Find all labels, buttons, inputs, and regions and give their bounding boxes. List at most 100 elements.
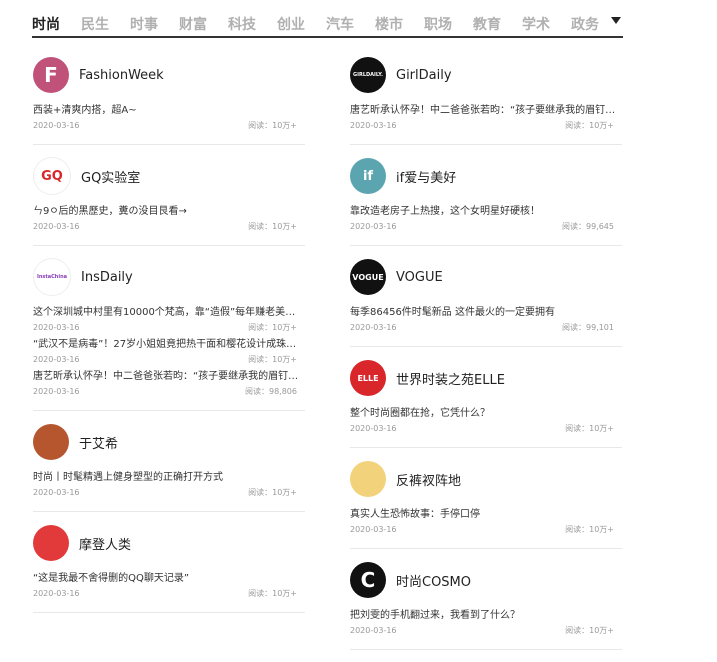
- article-item[interactable]: 整个时尚圈都在抢，它凭什么？ 2020-03-16 阅读：10万+: [350, 407, 622, 435]
- tab-wealth[interactable]: 财富: [179, 14, 207, 34]
- account-avatar[interactable]: InstaChina: [33, 258, 71, 296]
- account-card: ELLE 世界时装之苑ELLE 整个时尚圈都在抢，它凭什么？ 2020-03-16 阅读…: [350, 359, 622, 448]
- account-card: 反裤衩阵地真实人生恐怖故事：手停口停 2020-03-16 阅读：10万+: [350, 460, 622, 549]
- tab-auto[interactable]: 汽车: [326, 14, 354, 34]
- account-name[interactable]: FashionWeek: [79, 68, 164, 83]
- account-header: 于艾希: [33, 423, 305, 461]
- account-avatar[interactable]: ELLE: [350, 360, 386, 396]
- tab-livelihood[interactable]: 民生: [81, 14, 109, 34]
- article-item[interactable]: 每季86456件时髦新品 这件最火的一定要拥有 2020-03-16 阅读：99,1…: [350, 306, 622, 334]
- article-meta: 2020-03-16 阅读：10万+: [33, 120, 305, 132]
- article-meta: 2020-03-16 阅读：10万+: [350, 625, 622, 637]
- account-avatar[interactable]: [33, 525, 69, 561]
- article-read-count: 阅读：10万+: [565, 626, 614, 635]
- account-name[interactable]: 世界时装之苑ELLE: [396, 369, 505, 388]
- account-header: GIRLDAILY. GirlDaily: [350, 56, 622, 94]
- more-dropdown-icon[interactable]: [611, 17, 621, 24]
- tab-government[interactable]: 政务: [571, 14, 599, 34]
- account-header: 反裤衩阵地: [350, 460, 622, 498]
- account-header: C 时尚COSMO: [350, 561, 622, 599]
- article-meta: 2020-03-16 阅读：10万+: [33, 354, 305, 366]
- article-item[interactable]: 靠改造老房子上热搜，这个女明星好硬核！ 2020-03-16 阅读：99,645: [350, 205, 622, 233]
- account-avatar[interactable]: GIRLDAILY.: [350, 57, 386, 93]
- article-item[interactable]: 时尚丨时髦精遇上健身塑型的正确打开方式 2020-03-16 阅读：10万+: [33, 471, 305, 499]
- article-read-count: 阅读：10万+: [565, 121, 614, 130]
- right-account-column: GIRLDAILY. GirlDaily 唐艺昕承认怀孕！中二爸爸张若昀：“孩子要继…: [350, 50, 622, 662]
- article-meta: 2020-03-16 阅读：10万+: [33, 322, 305, 334]
- avatar-logo-text: GQ: [41, 168, 63, 184]
- article-date: 2020-03-16: [33, 222, 80, 231]
- article-item[interactable]: 这个深圳城中村里有10000个梵高，靠“造假”每年赚老美几十亿… 2020-03-…: [33, 306, 305, 334]
- tab-career[interactable]: 职场: [424, 14, 452, 34]
- article-title[interactable]: 靠改造老房子上热搜，这个女明星好硬核！: [350, 205, 622, 219]
- account-name[interactable]: VOGUE: [396, 270, 443, 285]
- tab-property[interactable]: 楼市: [375, 14, 403, 34]
- account-avatar[interactable]: [350, 461, 386, 497]
- article-date: 2020-03-16: [33, 323, 80, 332]
- avatar-logo-text: InstaChina: [36, 274, 68, 280]
- tab-startup[interactable]: 创业: [277, 14, 305, 34]
- article-title[interactable]: 时尚丨时髦精遇上健身塑型的正确打开方式: [33, 471, 305, 485]
- article-meta: 2020-03-16 阅读：10万+: [350, 423, 622, 435]
- account-header: 摩登人类: [33, 524, 305, 562]
- account-name[interactable]: 反裤衩阵地: [396, 470, 461, 489]
- article-date: 2020-03-16: [350, 525, 397, 534]
- tab-academic[interactable]: 学术: [522, 14, 550, 34]
- account-avatar[interactable]: if: [350, 158, 386, 194]
- account-avatar[interactable]: C: [350, 562, 386, 598]
- account-card: GQ GQ实验室 ㄣ9ㅇ后的黑歷史，糞の没目艮看→ 2020-03-16 阅读：10万+: [33, 157, 305, 246]
- article-title[interactable]: ㄣ9ㅇ后的黑歷史，糞の没目艮看→: [33, 205, 305, 219]
- article-date: 2020-03-16: [33, 355, 80, 364]
- article-item[interactable]: ㄣ9ㅇ后的黑歷史，糞の没目艮看→ 2020-03-16 阅读：10万+: [33, 205, 305, 233]
- article-item[interactable]: “这是我最不舍得删的QQ聊天记录” 2020-03-16 阅读：10万+: [33, 572, 305, 600]
- article-date: 2020-03-16: [350, 323, 397, 332]
- article-meta: 2020-03-16 阅读：10万+: [350, 120, 622, 132]
- article-date: 2020-03-16: [33, 121, 80, 130]
- tab-current-affairs[interactable]: 时事: [130, 14, 158, 34]
- tab-education[interactable]: 教育: [473, 14, 501, 34]
- account-card: F FashionWeek 西装+清爽内搭，超A~ 2020-03-16 阅读：10万+: [33, 56, 305, 145]
- account-name[interactable]: if爱与美好: [396, 167, 456, 186]
- article-item[interactable]: 唐艺昕承认怀孕！中二爸爸张若昀：“孩子要继承我的眉钉… 2020-03-16 阅读：…: [350, 104, 622, 132]
- article-title[interactable]: 这个深圳城中村里有10000个梵高，靠“造假”每年赚老美几十亿…: [33, 306, 305, 320]
- article-title[interactable]: “武汉不是病毒”！27岁小姐姐竟把热干面和樱花设计成珠宝…: [33, 338, 305, 352]
- article-item[interactable]: 唐艺昕承认怀孕！中二爸爸张若昀：“孩子要继承我的眉钉… 2020-03-16 阅读：…: [33, 370, 305, 398]
- article-item[interactable]: 西装+清爽内搭，超A~ 2020-03-16 阅读：10万+: [33, 104, 305, 132]
- account-name[interactable]: GQ实验室: [81, 167, 140, 186]
- tab-fashion[interactable]: 时尚: [32, 14, 60, 34]
- article-date: 2020-03-16: [350, 121, 397, 130]
- account-avatar[interactable]: GQ: [33, 157, 71, 195]
- account-card: C 时尚COSMO 把刘雯的手机翻过来，我看到了什么？ 2020-03-16 阅读：10…: [350, 561, 622, 650]
- article-title[interactable]: 每季86456件时髦新品 这件最火的一定要拥有: [350, 306, 622, 320]
- account-avatar[interactable]: VOGUE: [350, 259, 386, 295]
- article-title[interactable]: 真实人生恐怖故事：手停口停: [350, 508, 622, 522]
- account-avatar[interactable]: [33, 424, 69, 460]
- article-date: 2020-03-16: [33, 488, 80, 497]
- account-header: InstaChina InsDaily: [33, 258, 305, 296]
- article-item[interactable]: “武汉不是病毒”！27岁小姐姐竟把热干面和樱花设计成珠宝… 2020-03-16 阅…: [33, 338, 305, 366]
- article-title[interactable]: 整个时尚圈都在抢，它凭什么？: [350, 407, 622, 421]
- account-header: ELLE 世界时装之苑ELLE: [350, 359, 622, 397]
- article-item[interactable]: 真实人生恐怖故事：手停口停 2020-03-16 阅读：10万+: [350, 508, 622, 536]
- article-title[interactable]: 西装+清爽内搭，超A~: [33, 104, 305, 118]
- account-name[interactable]: 摩登人类: [79, 534, 131, 553]
- account-avatar[interactable]: F: [33, 57, 69, 93]
- article-title[interactable]: “这是我最不舍得删的QQ聊天记录”: [33, 572, 305, 586]
- account-name[interactable]: 时尚COSMO: [396, 571, 471, 590]
- account-card: InstaChina InsDaily 这个深圳城中村里有10000个梵高，靠“造假…: [33, 258, 305, 411]
- article-item[interactable]: 把刘雯的手机翻过来，我看到了什么？ 2020-03-16 阅读：10万+: [350, 609, 622, 637]
- tab-tech[interactable]: 科技: [228, 14, 256, 34]
- account-name[interactable]: InsDaily: [81, 270, 133, 285]
- article-meta: 2020-03-16 阅读：10万+: [350, 524, 622, 536]
- account-name[interactable]: GirlDaily: [396, 68, 452, 83]
- account-header: F FashionWeek: [33, 56, 305, 94]
- article-title[interactable]: 唐艺昕承认怀孕！中二爸爸张若昀：“孩子要继承我的眉钉…: [350, 104, 622, 118]
- avatar-logo-text: VOGUE: [352, 272, 384, 282]
- avatar-logo-text: F: [44, 63, 58, 87]
- account-name[interactable]: 于艾希: [79, 433, 118, 452]
- left-account-column: F FashionWeek 西装+清爽内搭，超A~ 2020-03-16 阅读：10万+…: [33, 50, 305, 625]
- article-date: 2020-03-16: [350, 626, 397, 635]
- article-title[interactable]: 唐艺昕承认怀孕！中二爸爸张若昀：“孩子要继承我的眉钉…: [33, 370, 305, 384]
- article-meta: 2020-03-16 阅读：10万+: [33, 588, 305, 600]
- article-title[interactable]: 把刘雯的手机翻过来，我看到了什么？: [350, 609, 622, 623]
